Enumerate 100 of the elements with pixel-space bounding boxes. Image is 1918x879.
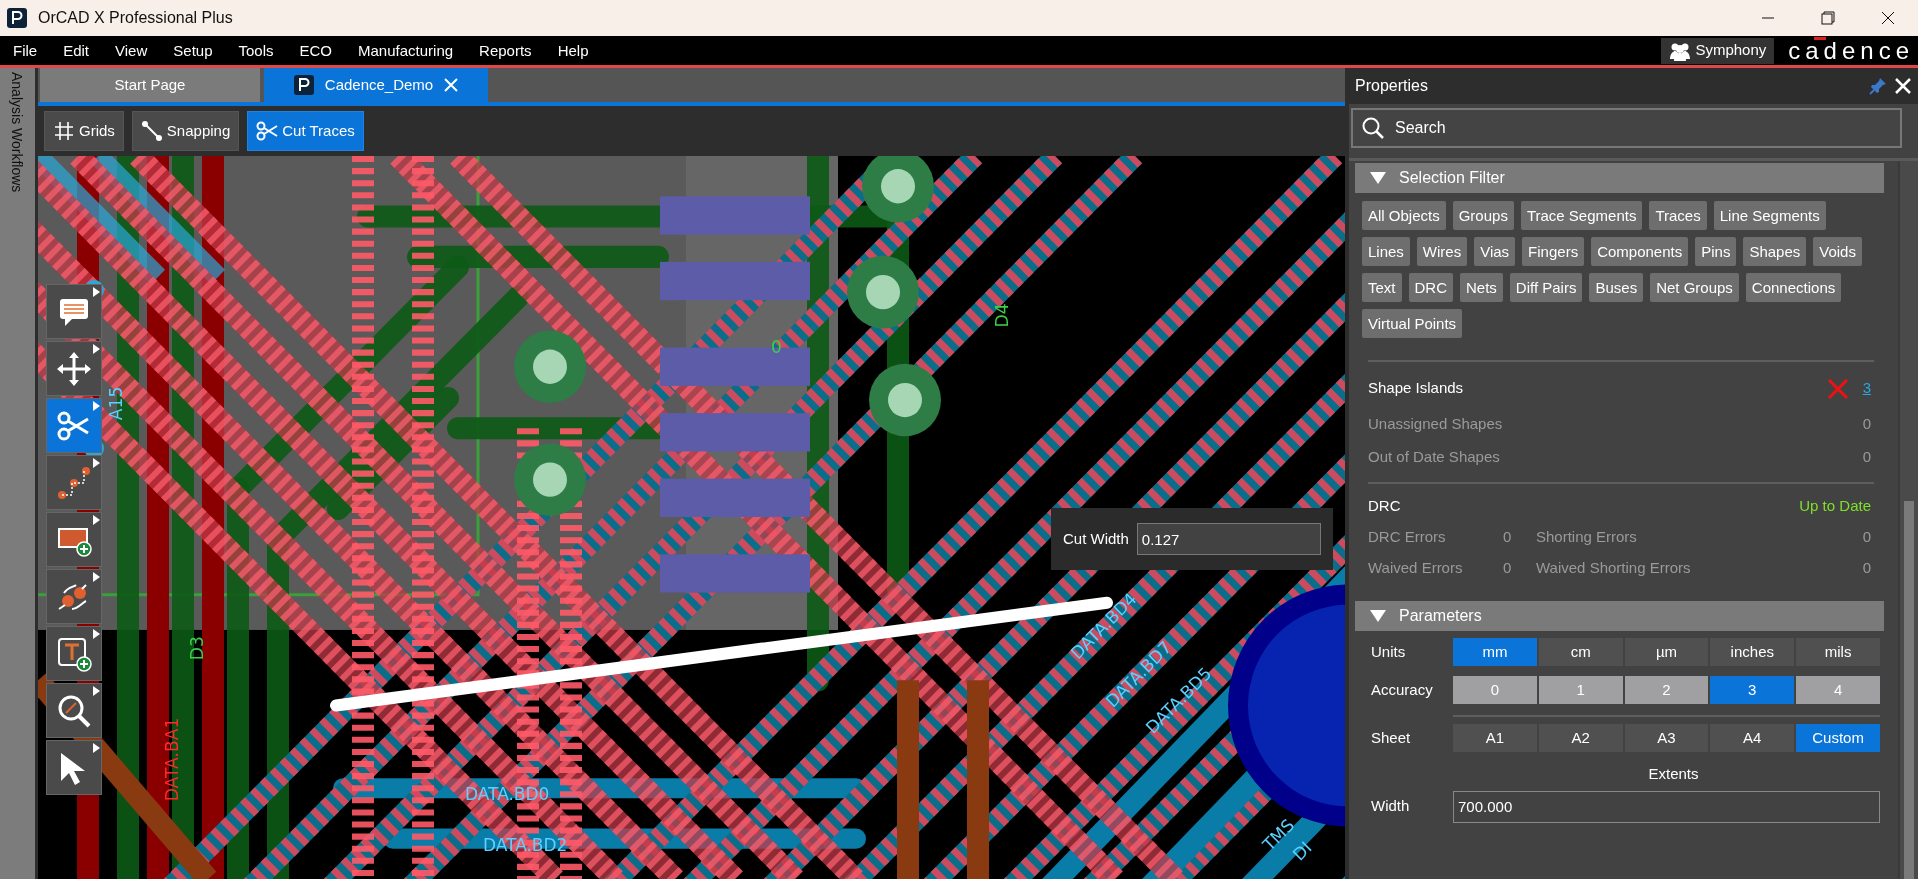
scrollbar-thumb[interactable] (1904, 501, 1914, 879)
filter-toggle[interactable]: Wires (1416, 237, 1468, 266)
menu-item[interactable]: Reports (466, 36, 545, 65)
segment-option[interactable]: A1 (1453, 724, 1537, 752)
segment-option[interactable]: 2 (1624, 676, 1709, 704)
filter-toggle[interactable]: Shapes (1743, 237, 1807, 266)
tool-button[interactable] (46, 683, 102, 738)
stat-value: 0 (1503, 527, 1513, 547)
net-label: DATA.BD2 (483, 834, 568, 855)
filter-toggle[interactable]: DRC (1408, 273, 1453, 302)
filter-toggle[interactable]: Text (1362, 273, 1402, 302)
filter-toggle[interactable]: Diff Pairs (1509, 273, 1583, 302)
field-label: Cut Width (1063, 528, 1129, 549)
filter-toggle[interactable]: Components (1591, 237, 1689, 266)
filter-toggle[interactable]: Connections (1745, 273, 1842, 302)
tool-button[interactable] (46, 284, 102, 339)
width-field[interactable]: 700.000 (1453, 790, 1880, 823)
filter-toggle[interactable]: Traces (1649, 201, 1707, 230)
section-header[interactable]: Selection Filter (1355, 163, 1884, 193)
segment-option[interactable]: 3 (1710, 676, 1795, 704)
tool-button[interactable] (46, 455, 102, 510)
toolbar-button[interactable]: Grids (44, 111, 124, 151)
segment-option[interactable]: 4 (1796, 676, 1880, 704)
menu-item[interactable]: Manufacturing (345, 36, 467, 65)
filter-toggle[interactable]: Groups (1452, 201, 1514, 230)
net-label: A15 (106, 386, 126, 421)
segment-option[interactable]: cm (1538, 638, 1623, 666)
cut-width-field[interactable]: 0.127 (1136, 523, 1321, 555)
stat-label: Waived Errors (1368, 557, 1464, 578)
segment-option[interactable]: mm (1453, 638, 1537, 666)
menu-item[interactable]: File (0, 36, 51, 65)
menu-item[interactable]: Help (544, 36, 602, 65)
filter-toggle[interactable]: Lines (1362, 237, 1410, 266)
stat-value: 0 (1861, 557, 1871, 578)
brand-logo: cadence (1787, 36, 1915, 65)
filter-toggle[interactable]: Fingers (1522, 237, 1585, 266)
drc-status: Up to Date (1799, 495, 1871, 516)
filter-toggle[interactable]: All Objects (1362, 201, 1446, 230)
stat-label: Out of Date Shapes (1368, 447, 1500, 468)
net-label: DI (1288, 837, 1316, 865)
tool-button[interactable] (46, 569, 102, 624)
filter-toggle[interactable]: Trace Segments (1520, 201, 1643, 230)
tool-button[interactable] (46, 398, 102, 453)
segment-option[interactable]: mils (1796, 638, 1880, 666)
document-tab[interactable]: Cadence_Demo (264, 68, 488, 102)
stat-label: Shorting Errors (1536, 527, 1638, 547)
segment-option[interactable]: Custom (1796, 724, 1880, 752)
restore-icon[interactable] (1821, 11, 1835, 25)
menu-item[interactable]: Setup (160, 36, 226, 65)
filter-toggle[interactable]: Vias (1474, 237, 1516, 266)
tool-button[interactable] (46, 512, 102, 567)
filter-toggle[interactable]: Net Groups (1650, 273, 1739, 302)
symphony-button[interactable]: Symphony (1661, 37, 1775, 64)
toolbar-button[interactable]: Snapping (131, 111, 240, 151)
stat-label: Unassigned Shapes (1368, 414, 1503, 435)
pin-icon[interactable] (1868, 76, 1888, 96)
analysis-workflows-tab[interactable]: Analysis Workflows (6, 68, 27, 193)
field-label: Width (1371, 796, 1411, 817)
scissors-icon (256, 120, 279, 142)
stat-label: Waived Shorting Errors (1536, 557, 1692, 578)
field-label: Accuracy (1371, 679, 1434, 700)
app-icon (6, 7, 28, 29)
tool-button[interactable] (46, 341, 102, 396)
panel-title: Properties (1355, 76, 1428, 96)
filter-toggle[interactable]: Voids (1813, 237, 1862, 266)
route-path-icon (56, 464, 92, 501)
filter-toggle[interactable]: Pins (1695, 237, 1737, 266)
stat-value: 0 (1503, 557, 1513, 578)
count-link[interactable]: 3 (1862, 376, 1871, 400)
search-field[interactable]: Search (1351, 108, 1902, 148)
net-label: DATA.BA1 (162, 717, 182, 802)
filter-toggle[interactable]: Nets (1460, 273, 1503, 302)
menu-item[interactable]: Tools (225, 36, 287, 65)
close-icon[interactable] (1881, 11, 1895, 25)
segment-option[interactable]: A3 (1624, 724, 1709, 752)
segment-option[interactable]: 1 (1538, 676, 1623, 704)
segment-option[interactable]: 0 (1453, 676, 1537, 704)
filter-toggle[interactable]: Virtual Points (1362, 309, 1463, 338)
filter-toggle[interactable]: Line Segments (1713, 201, 1826, 230)
via-pad (862, 156, 934, 223)
segment-option[interactable]: µm (1624, 638, 1709, 666)
field-label: Units (1371, 641, 1407, 662)
move-arrows-icon (56, 350, 92, 387)
menu-item[interactable]: ECO (286, 36, 346, 65)
menu-item[interactable]: View (102, 36, 161, 65)
document-tab[interactable]: Start Page (40, 68, 260, 102)
section-header[interactable]: Parameters (1355, 601, 1884, 631)
toolbar-button[interactable]: Cut Traces (247, 111, 364, 151)
segment-option[interactable]: A2 (1538, 724, 1623, 752)
menu-item[interactable]: Edit (50, 36, 103, 65)
segment-option[interactable]: A4 (1710, 724, 1795, 752)
section-title: Shape Islands (1368, 377, 1464, 398)
stat-value: 0 (1861, 527, 1871, 547)
tool-button[interactable] (46, 740, 102, 795)
collapse-triangle-icon (1369, 170, 1387, 186)
filter-toggle[interactable]: Buses (1589, 273, 1644, 302)
stat-label: DRC Errors (1368, 527, 1447, 547)
tool-button[interactable] (46, 626, 102, 681)
segment-option[interactable]: inches (1710, 638, 1795, 666)
collapse-triangle-icon (1369, 608, 1387, 624)
